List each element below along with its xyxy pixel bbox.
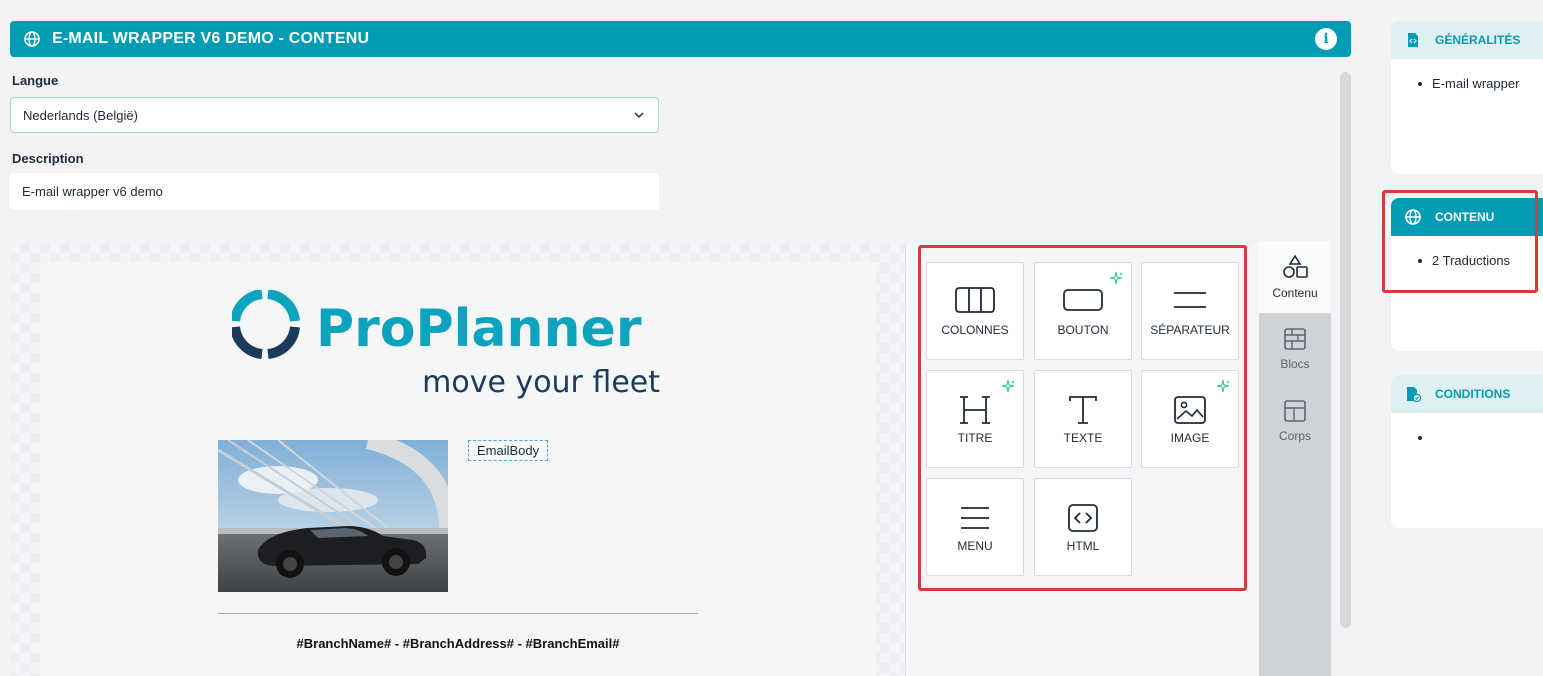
info-icon[interactable]: i: [1315, 28, 1337, 50]
highlight-blocks: [918, 245, 1247, 591]
card-conditions: CONDITIONS: [1391, 375, 1543, 528]
shapes-icon: [1283, 254, 1308, 278]
tab-contenu[interactable]: Contenu: [1259, 241, 1331, 313]
tab-label: Blocs: [1280, 357, 1310, 371]
page-scrollbar[interactable]: [1340, 72, 1351, 628]
card-title: GÉNÉRALITÉS: [1435, 33, 1521, 47]
card-header-generalites[interactable]: GÉNÉRALITÉS: [1391, 21, 1543, 59]
page-title: E-MAIL WRAPPER V6 DEMO - CONTENU: [52, 30, 370, 47]
language-label: Langue: [12, 73, 59, 88]
highlight-contenu: [1382, 190, 1538, 293]
email-page: ProPlanner move your fleet EmailBody #Br…: [40, 262, 876, 676]
card-header-conditions[interactable]: CONDITIONS: [1391, 375, 1543, 413]
email-divider: [218, 613, 698, 614]
layout-icon: [1284, 400, 1306, 422]
description-field[interactable]: E-mail wrapper v6 demo: [10, 173, 659, 210]
tab-corps[interactable]: Corps: [1259, 385, 1331, 457]
chevron-down-icon: [634, 112, 644, 119]
email-footer: #BranchName# - #BranchAddress# - #Branch…: [296, 636, 620, 651]
language-value: Nederlands (België): [23, 107, 138, 123]
tab-label: Corps: [1278, 429, 1311, 443]
globe-icon: [24, 31, 40, 47]
tab-blocs[interactable]: Blocs: [1259, 313, 1331, 385]
card-generalites: GÉNÉRALITÉS E-mail wrapper: [1391, 21, 1543, 174]
description-value: E-mail wrapper v6 demo: [22, 184, 163, 199]
card-title: CONDITIONS: [1435, 387, 1511, 401]
email-body-placeholder[interactable]: EmailBody: [468, 440, 549, 461]
list-item: E-mail wrapper: [1418, 76, 1543, 91]
car-image: [218, 440, 448, 592]
bricks-icon: [1284, 328, 1306, 350]
description-label: Description: [12, 151, 84, 166]
email-canvas: ProPlanner move your fleet EmailBody #Br…: [10, 243, 905, 676]
file-check-icon: [1407, 387, 1421, 402]
page-header: E-MAIL WRAPPER V6 DEMO - CONTENU i: [10, 21, 1351, 57]
logo-brand: ProPlanner: [316, 299, 642, 359]
file-code-icon: [1408, 33, 1418, 47]
side-tabs: Contenu Blocs Corps: [1259, 241, 1331, 676]
proplanner-logo: ProPlanner move your fleet: [232, 290, 660, 400]
language-select[interactable]: Nederlands (België): [10, 97, 659, 133]
tab-label: Contenu: [1272, 286, 1318, 300]
logo-tagline: move your fleet: [422, 365, 660, 400]
